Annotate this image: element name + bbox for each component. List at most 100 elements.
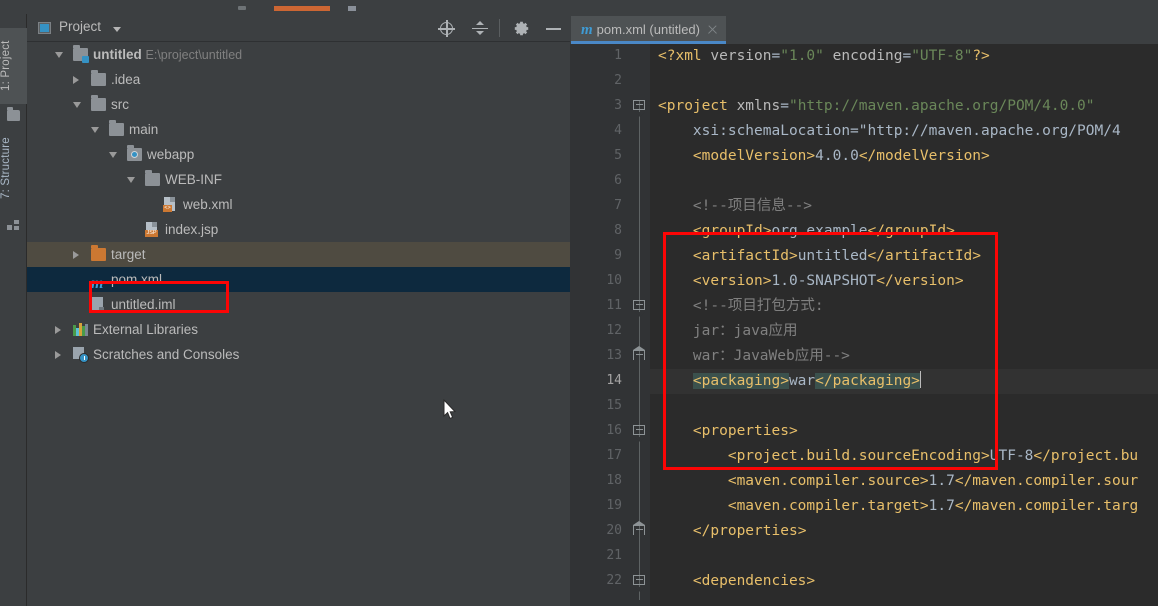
tree-item-scratches-and-consoles[interactable]: Scratches and Consoles [27, 342, 570, 367]
close-icon[interactable] [706, 23, 718, 35]
tree-item-src[interactable]: src [27, 92, 570, 117]
webapp-folder-icon [127, 145, 142, 161]
line-number: 8 [614, 223, 622, 238]
tree-expand-arrow[interactable] [127, 177, 135, 183]
editor-tab-bar: m pom.xml (untitled) [570, 14, 1158, 44]
tab-pom-xml[interactable]: m pom.xml (untitled) [571, 16, 726, 44]
code-line[interactable]: xsi:schemaLocation="http://maven.apache.… [658, 119, 1121, 144]
tree-item-webapp[interactable]: webapp [27, 142, 570, 167]
excluded-folder-icon [91, 245, 106, 261]
project-view-icon [38, 22, 51, 34]
folder-icon [7, 107, 20, 121]
xml-file-icon: <> [163, 197, 176, 212]
line-number: 20 [606, 523, 622, 538]
tree-item-main[interactable]: main [27, 117, 570, 142]
sidebar-tab-project[interactable]: 1: Project [0, 28, 27, 104]
code-line[interactable]: jar：java应用 [658, 319, 798, 344]
line-number: 22 [606, 573, 622, 588]
libraries-icon [73, 323, 88, 336]
locate-icon[interactable] [438, 19, 457, 38]
code-line[interactable]: <version>1.0-SNAPSHOT</version> [658, 269, 964, 294]
fold-toggle-icon[interactable] [632, 299, 647, 317]
tree-expand-arrow[interactable] [55, 351, 61, 359]
collapse-all-icon[interactable] [471, 19, 490, 38]
line-number: 3 [614, 98, 622, 113]
toolbar-fragment-b [274, 6, 330, 11]
tree-item-label: WEB-INF [165, 172, 222, 187]
line-number: 10 [606, 273, 622, 288]
code-line[interactable]: <groupId>org.example</groupId> [658, 219, 955, 244]
tree-expand-arrow[interactable] [73, 102, 81, 108]
iml-file-icon [91, 297, 104, 312]
fold-toggle-icon[interactable] [632, 574, 647, 592]
maven-file-icon: m [581, 22, 593, 38]
code-line[interactable]: <dependencies> [658, 569, 815, 594]
tree-expand-arrow[interactable] [55, 326, 61, 334]
tree-item-label: Scratches and Consoles [93, 347, 240, 362]
code-line[interactable]: <project.build.sourceEncoding>UTF-8</pro… [658, 444, 1138, 469]
tree-item-web-inf[interactable]: WEB-INF [27, 167, 570, 192]
code-line[interactable]: <!--项目打包方式: [658, 294, 824, 319]
tree-expand-arrow[interactable] [91, 127, 99, 133]
tree-item-label: main [129, 122, 159, 137]
tree-item-label: pom.xml [111, 272, 163, 287]
tree-item-index-jsp[interactable]: JSP index.jsp [27, 217, 570, 242]
code-line[interactable]: <artifactId>untitled</artifactId> [658, 244, 981, 269]
code-folding-rail[interactable] [630, 44, 650, 606]
chevron-down-icon[interactable] [113, 27, 121, 32]
line-number: 11 [606, 298, 622, 313]
tree-item-untitled-iml[interactable]: untitled.iml [27, 292, 570, 317]
project-panel-title: Project [59, 19, 102, 34]
fold-toggle-icon[interactable] [632, 99, 647, 117]
line-number-gutter: 1 2 3 4 5 6 7 8 9 10 11 12 13 14 15 16 17 18 19 20 21 22 [570, 44, 630, 606]
gear-icon[interactable] [512, 19, 531, 38]
tree-expand-arrow[interactable] [73, 251, 79, 259]
code-line[interactable]: war：JavaWeb应用--> [658, 344, 850, 369]
fold-toggle-icon[interactable] [632, 424, 647, 442]
tree-expand-arrow[interactable] [73, 76, 79, 84]
folder-icon [145, 170, 160, 186]
line-number: 17 [606, 448, 622, 463]
tree-item-external-libraries[interactable]: External Libraries [27, 317, 570, 342]
line-number: 18 [606, 473, 622, 488]
project-tool-window: Project untitled E:\project\untitled .ide… [27, 14, 570, 606]
tree-item-untitled[interactable]: untitled E:\project\untitled [27, 42, 570, 67]
tree-item-web-xml[interactable]: <> web.xml [27, 192, 570, 217]
code-line[interactable]: </properties> [658, 519, 807, 544]
main-toolbar-sliver [0, 0, 1158, 14]
tree-item-label: untitled [93, 47, 142, 62]
scratches-icon [73, 347, 89, 363]
tree-item-target[interactable]: target [27, 242, 570, 267]
line-number: 13 [606, 348, 622, 363]
fold-toggle-icon[interactable] [632, 346, 647, 364]
tree-item-idea[interactable]: .idea [27, 67, 570, 92]
code-line[interactable]: <properties> [658, 419, 798, 444]
code-line[interactable]: <project xmlns="http://maven.apache.org/… [658, 94, 1095, 119]
tree-item-label: webapp [147, 147, 195, 162]
tree-expand-arrow[interactable] [55, 52, 63, 58]
tree-expand-arrow[interactable] [109, 152, 117, 158]
toolbar-fragment-c [348, 6, 356, 11]
line-number: 9 [614, 248, 622, 263]
line-number: 5 [614, 148, 622, 163]
jsp-file-icon: JSP [145, 222, 158, 237]
fold-toggle-icon[interactable] [632, 521, 647, 539]
toolbar-fragment-a [238, 6, 246, 10]
code-line[interactable]: <!--项目信息--> [658, 194, 812, 219]
code-line[interactable]: <maven.compiler.target>1.7</maven.compil… [658, 494, 1138, 519]
sidebar-tab-structure[interactable]: 7: Structure [0, 124, 27, 212]
code-line[interactable]: <modelVersion>4.0.0</modelVersion> [658, 144, 990, 169]
code-content[interactable]: <?xml version="1.0" encoding="UTF-8"?> <p… [658, 44, 1158, 606]
tree-item-path: E:\project\untitled [145, 48, 243, 62]
project-tree[interactable]: untitled E:\project\untitled .idea src main… [27, 42, 570, 606]
code-line[interactable]: <?xml version="1.0" encoding="UTF-8"?> [658, 44, 990, 69]
module-folder-icon [73, 45, 89, 63]
line-number: 14 [606, 373, 622, 388]
code-viewport[interactable]: 1 2 3 4 5 6 7 8 9 10 11 12 13 14 15 16 17 18 19 20 21 22 <?xm… [570, 44, 1158, 606]
line-number: 2 [614, 73, 622, 88]
minimize-icon[interactable] [544, 19, 563, 38]
project-panel-header: Project [27, 14, 570, 42]
code-line[interactable]: <maven.compiler.source>1.7</maven.compil… [658, 469, 1138, 494]
tree-item-pom-xml[interactable]: m pom.xml [27, 267, 570, 292]
code-line[interactable]: <packaging>war</packaging> [658, 369, 922, 394]
